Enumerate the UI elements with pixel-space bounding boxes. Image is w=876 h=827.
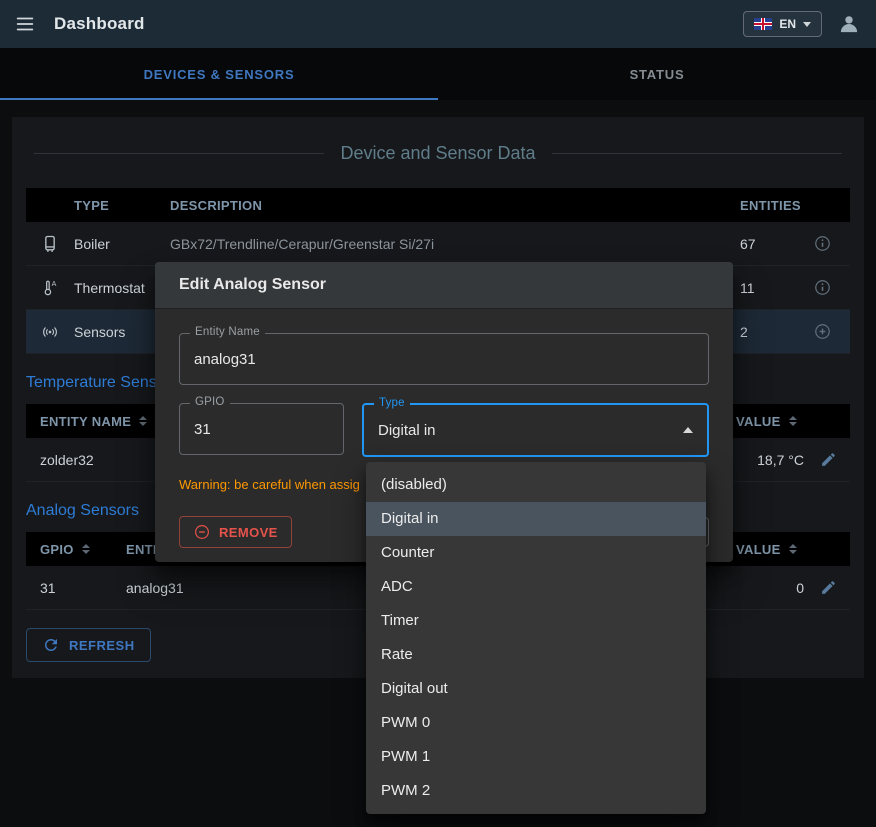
- sort-icon[interactable]: [82, 544, 90, 554]
- header-value: VALUE: [736, 542, 781, 557]
- devices-table-header: TYPE DESCRIPTION ENTITIES: [26, 188, 850, 222]
- remove-button-label: REMOVE: [219, 525, 278, 540]
- header-type: TYPE: [74, 198, 170, 213]
- tab-bar: DEVICES & SENSORS STATUS: [0, 48, 876, 100]
- refresh-icon: [42, 636, 60, 654]
- gpio-field[interactable]: GPIO 31: [179, 403, 344, 455]
- type-label: Type: [374, 397, 410, 409]
- menu-item-pwm1[interactable]: PWM 1: [366, 740, 706, 774]
- tab-devices-sensors[interactable]: DEVICES & SENSORS: [0, 48, 438, 100]
- sort-icon[interactable]: [789, 544, 797, 554]
- device-entities-count: 67: [724, 236, 794, 252]
- type-select[interactable]: Type Digital in: [362, 403, 709, 457]
- gpio-label: GPIO: [190, 396, 230, 408]
- uk-flag-icon: [754, 18, 772, 30]
- type-select-menu: (disabled) Digital in Counter ADC Timer …: [366, 462, 706, 814]
- active-tab-indicator: [0, 98, 438, 100]
- device-description: GBx72/Trendline/Cerapur/Greenstar Si/27i: [170, 236, 724, 252]
- divider-line: [552, 153, 842, 154]
- info-icon[interactable]: [794, 234, 850, 253]
- device-type: Boiler: [74, 236, 170, 252]
- refresh-button[interactable]: REFRESH: [26, 628, 151, 662]
- sort-icon[interactable]: [139, 416, 147, 426]
- entity-name-label: Entity Name: [190, 326, 265, 338]
- menu-item-rate[interactable]: Rate: [366, 638, 706, 672]
- language-label: EN: [779, 17, 796, 31]
- gpio-value: 31: [194, 421, 211, 438]
- device-entities-count: 2: [724, 324, 794, 340]
- edit-icon[interactable]: [806, 451, 850, 468]
- sensor-value: 0: [736, 580, 806, 596]
- device-entities-count: 11: [724, 280, 794, 296]
- account-avatar-icon[interactable]: [836, 11, 862, 37]
- chevron-down-icon: [803, 22, 811, 27]
- edit-icon[interactable]: [806, 579, 850, 596]
- entity-name-value: analog31: [194, 351, 256, 368]
- remove-button[interactable]: REMOVE: [179, 516, 292, 548]
- dialog-title: Edit Analog Sensor: [155, 262, 733, 309]
- header-entity-name: ENTITY NAME: [40, 414, 131, 429]
- add-icon[interactable]: [794, 322, 850, 341]
- app-bar: Dashboard EN: [0, 0, 876, 48]
- sensor-gpio: 31: [26, 580, 126, 596]
- header-entities: ENTITIES: [724, 198, 794, 213]
- menu-item-adc[interactable]: ADC: [366, 570, 706, 604]
- page-title: Dashboard: [54, 14, 145, 34]
- sort-icon[interactable]: [789, 416, 797, 426]
- info-icon[interactable]: [794, 278, 850, 297]
- tab-status[interactable]: STATUS: [438, 48, 876, 100]
- header-value: VALUE: [736, 414, 781, 429]
- entity-name-field[interactable]: Entity Name analog31: [179, 333, 709, 385]
- chevron-up-icon: [683, 427, 693, 433]
- type-selected-value: Digital in: [378, 422, 436, 439]
- language-selector-button[interactable]: EN: [743, 11, 822, 37]
- header-description: DESCRIPTION: [170, 198, 724, 213]
- section-divider-heading: Device and Sensor Data: [34, 143, 842, 164]
- divider-line: [34, 153, 324, 154]
- hamburger-menu-icon[interactable]: [14, 13, 36, 35]
- table-row-boiler[interactable]: Boiler GBx72/Trendline/Cerapur/Greenstar…: [26, 222, 850, 266]
- boiler-icon: [26, 234, 74, 254]
- menu-item-counter[interactable]: Counter: [366, 536, 706, 570]
- menu-item-pwm0[interactable]: PWM 0: [366, 706, 706, 740]
- menu-item-pwm2[interactable]: PWM 2: [366, 774, 706, 808]
- minus-circle-icon: [193, 523, 211, 541]
- screen: Dashboard EN DEVICES & SENSORS STATUS De…: [0, 0, 876, 827]
- content-heading: Device and Sensor Data: [340, 143, 535, 164]
- menu-item-digital-in[interactable]: Digital in: [366, 502, 706, 536]
- menu-item-timer[interactable]: Timer: [366, 604, 706, 638]
- menu-item-digital-out[interactable]: Digital out: [366, 672, 706, 706]
- menu-item-disabled[interactable]: (disabled): [366, 468, 706, 502]
- sensor-value: 18,7 °C: [736, 452, 806, 468]
- header-gpio: GPIO: [40, 542, 74, 557]
- refresh-button-label: REFRESH: [69, 638, 135, 653]
- app-bar-right: EN: [743, 11, 862, 37]
- svg-text:A: A: [52, 279, 57, 287]
- thermostat-icon: A: [26, 278, 74, 298]
- field-row: GPIO 31 Type Digital in: [179, 403, 709, 457]
- sensors-icon: [26, 322, 74, 342]
